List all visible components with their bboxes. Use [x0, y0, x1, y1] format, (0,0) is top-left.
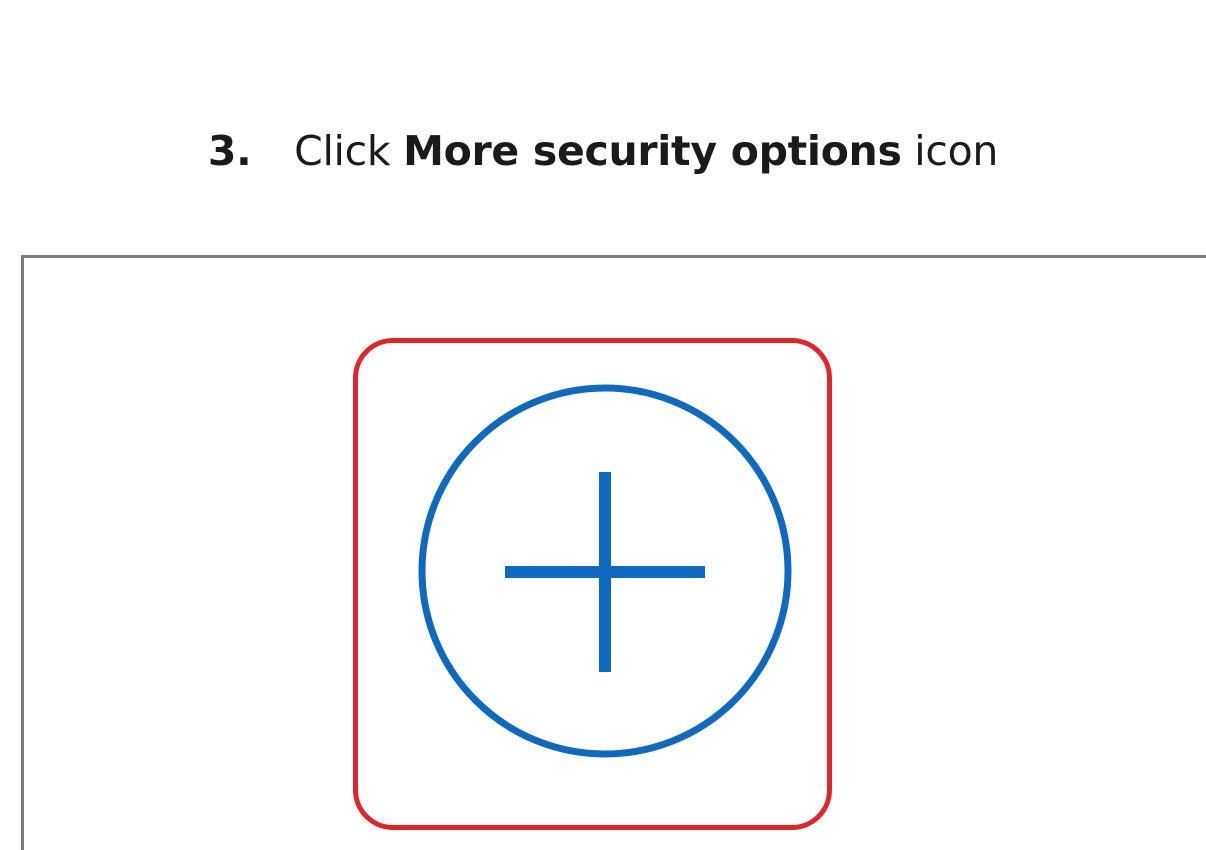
instruction-suffix: icon [914, 127, 999, 175]
instruction-target: More security options [403, 127, 902, 175]
instruction-prefix: Click [294, 127, 391, 175]
plus-circle-icon[interactable] [418, 384, 792, 758]
step-number: 3. [207, 127, 252, 175]
instruction-text: 3. Click More security options icon [0, 120, 1206, 182]
more-security-options-button[interactable] [415, 382, 795, 762]
